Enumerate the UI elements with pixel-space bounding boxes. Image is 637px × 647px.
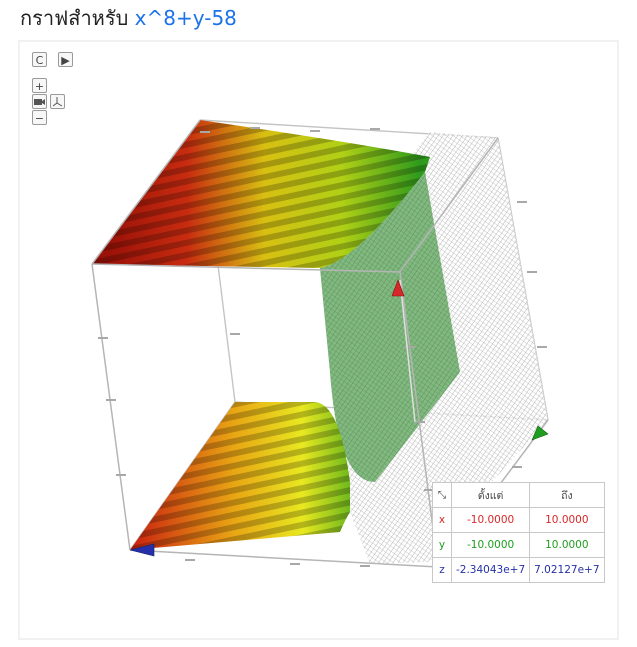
zoom-in-button[interactable]: +	[32, 78, 47, 93]
row-y-axis: y	[432, 532, 452, 558]
row-x-axis: x	[432, 507, 452, 533]
play-rotation-button[interactable]: ▶	[58, 52, 73, 67]
row-z-axis: z	[432, 557, 452, 583]
row-y-from[interactable]: -10.0000	[450, 532, 531, 558]
axes-icon[interactable]	[50, 94, 65, 109]
table-corner-icon: ⤡	[432, 482, 452, 508]
function-expression: x^8+y-58	[134, 6, 237, 30]
axes-glyph-icon	[52, 97, 63, 107]
row-x-to[interactable]: 10.0000	[529, 507, 605, 533]
row-x-from[interactable]: -10.0000	[450, 507, 531, 533]
title-prefix: กราฟสำหรับ	[20, 6, 129, 30]
range-table: ⤡ ตั้งแต่ ถึง x -10.0000 10.0000 y -10.0…	[432, 482, 605, 583]
col-to-header: ถึง	[529, 482, 605, 508]
row-y-to[interactable]: 10.0000	[529, 532, 605, 558]
zoom-out-button[interactable]: −	[32, 110, 47, 125]
page-title: กราฟสำหรับ x^8+y-58	[20, 2, 237, 34]
row-z-to[interactable]: 7.02127e+7	[529, 557, 605, 583]
camera-icon[interactable]	[32, 94, 47, 109]
col-from-header: ตั้งแต่	[450, 482, 531, 508]
reset-view-button[interactable]: C	[32, 52, 47, 67]
row-z-from[interactable]: -2.34043e+7	[450, 557, 531, 583]
camera-glyph-icon	[34, 99, 45, 105]
